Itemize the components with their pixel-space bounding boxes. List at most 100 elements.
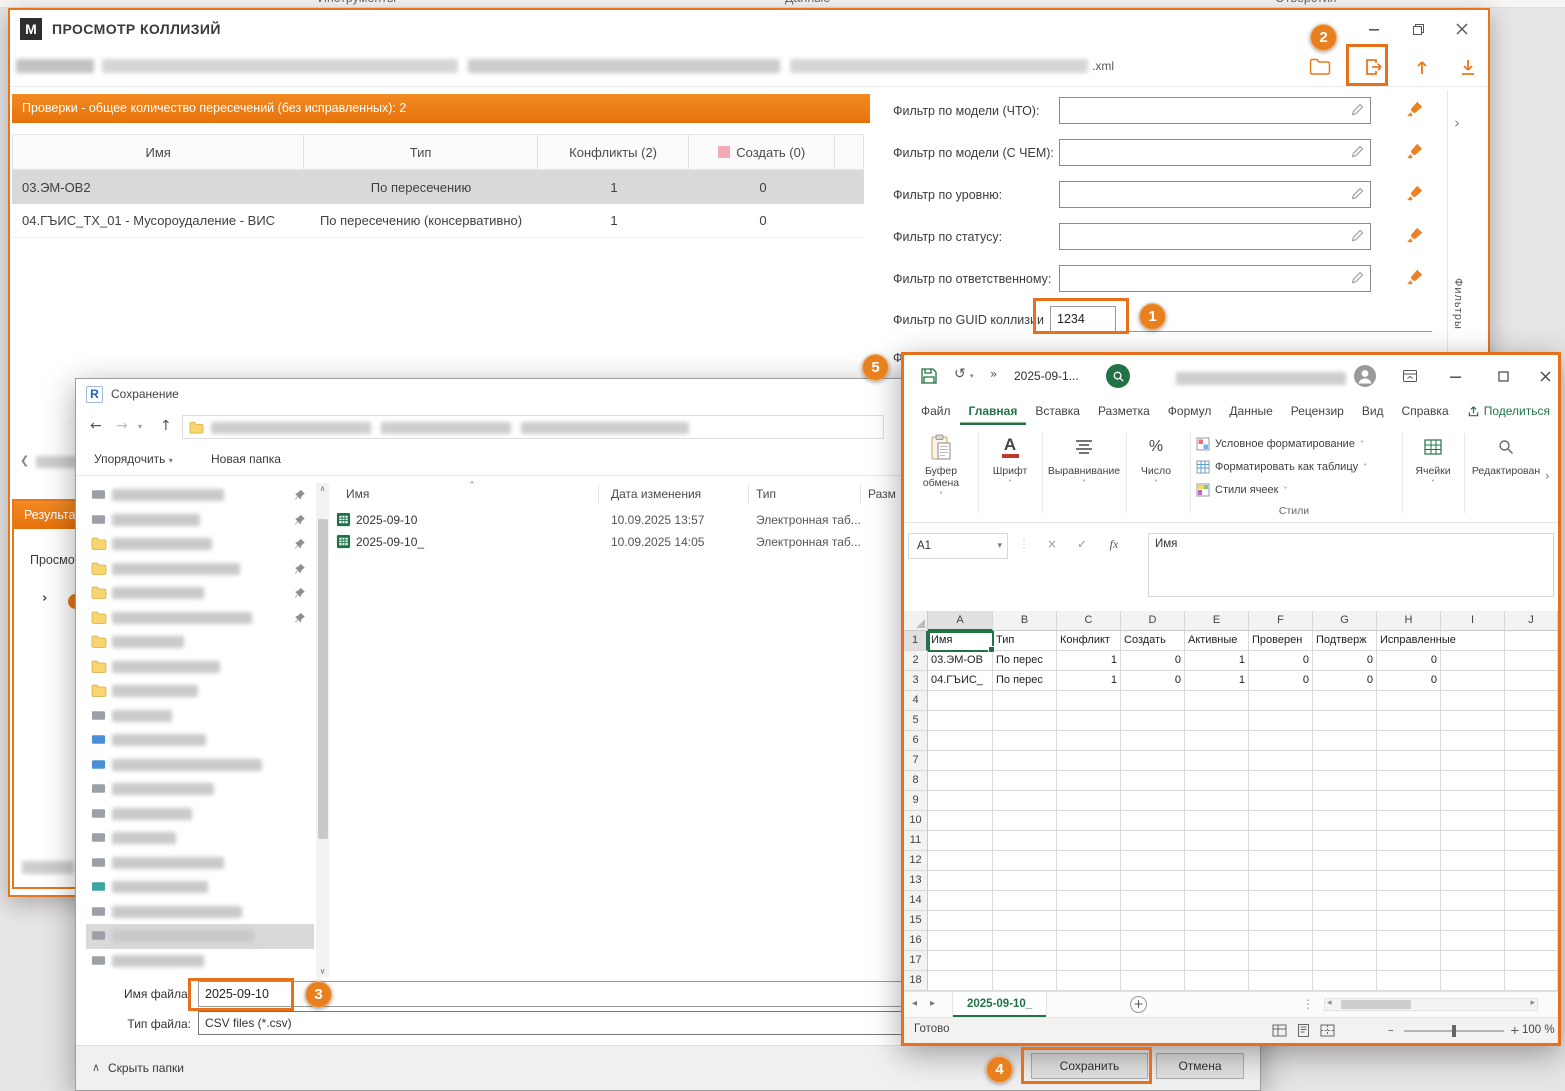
row-header[interactable]: 9: [904, 791, 928, 811]
grid-cell[interactable]: [1249, 691, 1313, 711]
grid-cell[interactable]: [1057, 691, 1121, 711]
grid-cell[interactable]: [1313, 911, 1377, 931]
row-header[interactable]: 7: [904, 751, 928, 771]
ribbon-display-options-icon[interactable]: [1402, 368, 1418, 387]
folder-tree-item[interactable]: [86, 777, 314, 802]
expander-chevron-icon[interactable]: ›: [42, 591, 47, 606]
folder-tree-item[interactable]: [86, 851, 314, 876]
name-box[interactable]: A1 ▾: [908, 533, 1008, 559]
download-icon[interactable]: [1454, 53, 1482, 81]
folder-tree-item[interactable]: [86, 483, 314, 508]
restore-button[interactable]: [1396, 15, 1440, 43]
maximize-button[interactable]: [1488, 363, 1518, 389]
folder-tree-item[interactable]: [86, 753, 314, 778]
column-header[interactable]: C: [1057, 611, 1121, 631]
grid-cell[interactable]: [1185, 691, 1249, 711]
row-header[interactable]: 5: [904, 711, 928, 731]
grid-cell[interactable]: [1505, 651, 1558, 671]
grid-cell[interactable]: [1185, 911, 1249, 931]
column-header[interactable]: B: [993, 611, 1057, 631]
grid-cell[interactable]: [1249, 931, 1313, 951]
grid-cell[interactable]: [1121, 951, 1185, 971]
check-row[interactable]: 04.ГЪИС_ТХ_01 - Мусороудаление - ВИСПо п…: [12, 204, 864, 238]
grid-cell[interactable]: [1441, 891, 1505, 911]
grid-cell[interactable]: [993, 931, 1057, 951]
grid-cell[interactable]: [1505, 951, 1558, 971]
grid-cell[interactable]: [1441, 731, 1505, 751]
grid-cell[interactable]: [928, 791, 993, 811]
conditional-formatting-button[interactable]: Условное форматирование˅: [1196, 434, 1364, 454]
folder-tree-item[interactable]: [86, 924, 314, 949]
grid-cell[interactable]: [928, 951, 993, 971]
grid-cell[interactable]: [1057, 971, 1121, 991]
column-header[interactable]: Тип: [304, 135, 537, 169]
grid-cell[interactable]: [928, 971, 993, 991]
grid-cell[interactable]: 04.ГЪИС_: [928, 671, 993, 691]
grid-cell[interactable]: [1249, 831, 1313, 851]
ribbon-tab[interactable]: Справка: [1393, 397, 1458, 425]
grid-cell[interactable]: [1505, 771, 1558, 791]
add-sheet-icon[interactable]: +: [1130, 996, 1147, 1013]
grid-cell[interactable]: 0: [1377, 651, 1441, 671]
insert-function-icon[interactable]: fx: [1102, 537, 1126, 552]
grid-cell[interactable]: [1377, 751, 1441, 771]
grid-cell[interactable]: [1057, 871, 1121, 891]
grid-cell[interactable]: [1377, 931, 1441, 951]
folder-tree-item[interactable]: [86, 557, 314, 582]
zoom-level[interactable]: 100 %: [1522, 1024, 1555, 1036]
ribbon-tab[interactable]: Вставка: [1026, 397, 1089, 425]
check-row[interactable]: 03.ЭМ-ОВ2По пересечению10: [12, 170, 864, 204]
filters-side-tab[interactable]: Фильтры: [1452, 278, 1464, 330]
confirm-entry-icon[interactable]: ✓: [1070, 537, 1094, 551]
ribbon-tab[interactable]: Главная: [960, 397, 1027, 425]
grid-cell[interactable]: [1249, 771, 1313, 791]
upload-icon[interactable]: [1408, 53, 1436, 81]
grid-cell[interactable]: Имя: [928, 631, 993, 651]
column-header[interactable]: I: [1441, 611, 1505, 631]
grid-cell[interactable]: [1057, 811, 1121, 831]
grid-cell[interactable]: По перес: [993, 671, 1057, 691]
grid-cell[interactable]: [1313, 851, 1377, 871]
ribbon-tab[interactable]: Рецензир: [1282, 397, 1353, 425]
column-header[interactable]: A: [928, 611, 993, 631]
grid-cell[interactable]: [928, 751, 993, 771]
grid-cell[interactable]: [928, 731, 993, 751]
grid-cell[interactable]: [1185, 831, 1249, 851]
grid-cell[interactable]: [1313, 931, 1377, 951]
grid-cell[interactable]: Создать: [1121, 631, 1185, 651]
grid-cell[interactable]: [928, 851, 993, 871]
row-header[interactable]: 8: [904, 771, 928, 791]
grid-cell[interactable]: [993, 691, 1057, 711]
minimize-button[interactable]: [1440, 363, 1470, 389]
grid-cell[interactable]: [1185, 711, 1249, 731]
grid-cell[interactable]: [1057, 791, 1121, 811]
grid-cell[interactable]: [993, 731, 1057, 751]
column-header[interactable]: Конфликты (2): [538, 135, 690, 169]
grid-cell[interactable]: [1505, 851, 1558, 871]
save-icon[interactable]: [920, 367, 938, 388]
row-header[interactable]: 13: [904, 871, 928, 891]
undo-dropdown-icon[interactable]: ▾: [970, 372, 974, 380]
scroll-right-icon[interactable]: ▸: [1530, 998, 1535, 1008]
grid-cell[interactable]: [928, 711, 993, 731]
sheet-prev-icon[interactable]: ◂: [912, 998, 917, 1009]
account-avatar[interactable]: [1354, 365, 1376, 390]
grid-cell[interactable]: 1: [1057, 671, 1121, 691]
grid-cell[interactable]: [1505, 791, 1558, 811]
sheet-tab[interactable]: 2025-09-10_: [952, 992, 1047, 1017]
grid-cell[interactable]: [1377, 731, 1441, 751]
row-header[interactable]: 16: [904, 931, 928, 951]
grid-cell[interactable]: [1121, 771, 1185, 791]
grid-cell[interactable]: [1441, 651, 1505, 671]
column-header[interactable]: H: [1377, 611, 1441, 631]
grid-cell[interactable]: 1: [1057, 651, 1121, 671]
column-header[interactable]: E: [1185, 611, 1249, 631]
grid-cell[interactable]: [1377, 851, 1441, 871]
grid-cell[interactable]: [928, 931, 993, 951]
grid-cell[interactable]: [1441, 911, 1505, 931]
column-header-date[interactable]: Дата изменения: [611, 487, 701, 501]
grid-cell[interactable]: По перес: [993, 651, 1057, 671]
cancel-entry-icon[interactable]: ×: [1040, 537, 1064, 551]
cancel-button[interactable]: Отмена: [1156, 1053, 1244, 1079]
scrollbar-thumb[interactable]: [318, 519, 328, 839]
